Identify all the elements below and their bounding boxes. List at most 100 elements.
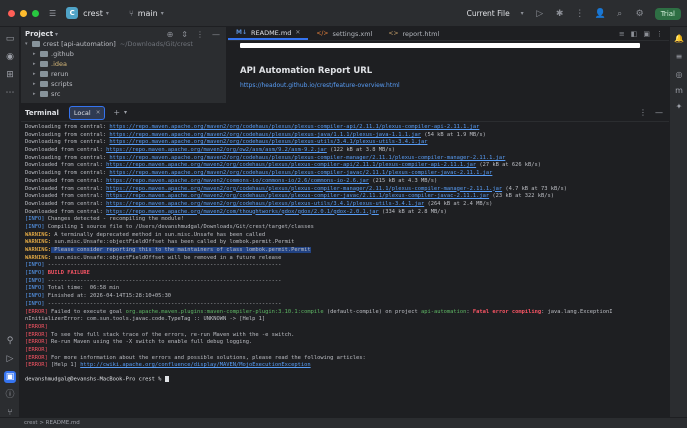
terminal-line: Downloaded from central: https://repo.ma… (25, 147, 665, 155)
terminal-text: [Help 1] (47, 362, 81, 369)
run-icon[interactable]: ▷ (535, 9, 545, 19)
copilot-icon[interactable]: ◎ (673, 69, 685, 81)
structure-tool-icon[interactable]: ⊞ (4, 69, 16, 81)
tree-item-scripts[interactable]: ▸ scripts (21, 79, 226, 89)
terminal-tab-local[interactable]: Local ✕ (68, 105, 106, 120)
collapse-all-icon[interactable]: ⇕ (181, 30, 188, 39)
trial-badge[interactable]: Trial (654, 7, 681, 20)
hide-icon[interactable]: — (655, 108, 663, 117)
terminal-text: Downloading from central: (25, 154, 110, 161)
run-config-selector[interactable]: Current File (467, 9, 510, 18)
terminal-link[interactable]: https://repo.maven.apache.org/maven2/com… (106, 178, 369, 184)
maven-icon[interactable]: m (673, 85, 685, 97)
terminal-text: [INFO] (25, 285, 45, 292)
debug-icon[interactable]: ✱ (555, 9, 565, 19)
terminal-line: [ERROR] To see the full stack trace of t… (25, 332, 665, 340)
tab-label: settings.xml (332, 29, 373, 38)
terminal-link[interactable]: http://cwiki.apache.org/confluence/displ… (80, 362, 310, 368)
notifications-icon[interactable]: 🔔 (673, 33, 685, 45)
options-icon[interactable]: ⋮ (196, 30, 204, 39)
tree-item-label: .github (51, 50, 74, 58)
tab-label: report.html (402, 29, 440, 38)
terminal-link[interactable]: https://repo.maven.apache.org/maven2/org… (106, 201, 424, 207)
terminal-text: (334 kB at 2.8 MB/s) (378, 208, 447, 215)
tree-root[interactable]: ▾ crest [api-automation] ~/Downloads/Git… (21, 39, 226, 49)
chevron-right-icon: ▸ (33, 81, 36, 87)
terminal-text: (54 kB at 1.9 MB/s) (420, 131, 486, 138)
problems-tool-icon[interactable]: ⓘ (4, 389, 16, 401)
settings-gear-icon[interactable]: ⚙ (635, 9, 645, 19)
ai-assistant-icon[interactable]: ✦ (673, 101, 685, 113)
tab-settings-xml[interactable]: </> settings.xml (308, 27, 380, 40)
terminal-text: [INFO] (25, 270, 45, 277)
terminal-link[interactable]: https://repo.maven.apache.org/maven2/org… (106, 162, 476, 168)
terminal-line: [INFO] BUILD FAILURE (25, 270, 665, 278)
terminal-text: [ERROR] (25, 339, 48, 346)
terminal-link[interactable]: https://repo.maven.apache.org/maven2/org… (109, 139, 427, 145)
project-tool-icon[interactable]: ▭ (4, 33, 16, 45)
terminal-link[interactable]: https://repo.maven.apache.org/maven2/org… (109, 170, 492, 176)
new-terminal-icon[interactable]: + (113, 108, 120, 117)
terminal-text: (4.7 kB at 73 kB/s) (502, 185, 568, 192)
status-bar: crest > README.md (0, 417, 687, 428)
tree-item-idea[interactable]: ▸ .idea (21, 59, 226, 69)
close-window-button[interactable] (8, 9, 15, 17)
preview-only-icon[interactable]: ▣ (643, 30, 650, 38)
search-icon[interactable]: ⌕ (615, 9, 625, 19)
readme-link[interactable]: https://headout.github.io/crest/feature-… (240, 82, 400, 89)
commit-tool-icon[interactable]: ◉ (4, 51, 16, 63)
main-menu-icon[interactable]: ☰ (49, 9, 56, 18)
project-switcher[interactable]: crest (83, 9, 103, 18)
terminal-link[interactable]: https://repo.maven.apache.org/maven2/org… (109, 124, 479, 130)
terminal-line: Downloading from central: https://repo.m… (25, 132, 665, 140)
terminal-link[interactable]: https://repo.maven.apache.org/maven2/com… (106, 209, 379, 215)
terminal-output[interactable]: Downloading from central: https://repo.m… (21, 122, 669, 386)
terminal-link[interactable]: https://repo.maven.apache.org/maven2/org… (106, 186, 502, 192)
split-view-icon[interactable]: ◧ (631, 30, 638, 38)
terminal-tool-icon[interactable]: ▣ (4, 371, 16, 383)
terminal-link[interactable]: https://repo.maven.apache.org/maven2/org… (106, 193, 489, 199)
tab-label: README.md (251, 28, 292, 37)
tree-item-src[interactable]: ▸ src (21, 89, 226, 99)
tree-root-path: ~/Downloads/Git/crest (119, 40, 193, 48)
markdown-icon: M↓ (236, 29, 247, 36)
close-icon[interactable]: ✕ (96, 110, 101, 116)
terminal-text: sun.misc.Unsafe::objectFieldOffset will … (50, 254, 282, 261)
status-path[interactable]: crest > README.md (24, 420, 80, 426)
editor-tabs: M↓ README.md ✕ </> settings.xml <> repor… (228, 27, 669, 41)
more-actions-icon[interactable]: ⋮ (575, 9, 585, 19)
locate-icon[interactable]: ⊕ (167, 30, 174, 39)
maximize-window-button[interactable] (32, 9, 39, 17)
terminal-text: [ERROR] (25, 362, 48, 369)
project-panel-title[interactable]: Project (25, 30, 53, 38)
tree-item-rerun[interactable]: ▸ rerun (21, 69, 226, 79)
tab-readme[interactable]: M↓ README.md ✕ (228, 27, 309, 40)
terminal-link[interactable]: https://repo.maven.apache.org/maven2/org… (109, 155, 505, 161)
tree-item-github[interactable]: ▸ .github (21, 49, 226, 59)
terminal-prompt[interactable]: devanshmudgal@Devanshs-MacBook-Pro crest… (25, 376, 665, 384)
database-icon[interactable]: ≡ (673, 51, 685, 63)
more-options-icon[interactable]: ⋮ (656, 30, 663, 38)
terminal-text: WARNING: (25, 239, 51, 246)
minimize-window-button[interactable] (20, 9, 27, 17)
terminal-prompt-text: devanshmudgal@Devanshs-MacBook-Pro crest… (25, 376, 165, 383)
terminal-text: (default-compile) on project (323, 308, 421, 315)
terminal-text: Downloaded from central: (25, 177, 107, 184)
branch-switcher[interactable]: main (138, 9, 158, 18)
terminal-link[interactable]: https://repo.maven.apache.org/maven2/org… (109, 132, 421, 138)
run-tool-icon[interactable]: ▷ (4, 353, 16, 365)
more-tools-icon[interactable]: ⋯ (4, 87, 16, 99)
tab-report-html[interactable]: <> report.html (380, 27, 447, 40)
folder-icon (40, 51, 48, 57)
more-options-icon[interactable]: ⋮ (639, 108, 647, 117)
hide-icon[interactable]: — (212, 30, 220, 39)
terminal-link[interactable]: https://repo.maven.apache.org/maven2/org… (106, 147, 327, 153)
terminal-line: [INFO] Finished at: 2026-04-14T15:28:10+… (25, 293, 665, 301)
collaborate-icon[interactable]: 👤 (595, 9, 606, 19)
editor-only-icon[interactable]: ≡ (619, 30, 625, 38)
close-icon[interactable]: ✕ (295, 29, 300, 36)
terminal-line: [INFO] Changes detected - recompiling th… (25, 216, 665, 224)
terminal-line: Downloading from central: https://repo.m… (25, 124, 665, 132)
services-tool-icon[interactable]: ⚲ (4, 335, 16, 347)
chevron-down-icon[interactable]: ▾ (124, 109, 127, 116)
